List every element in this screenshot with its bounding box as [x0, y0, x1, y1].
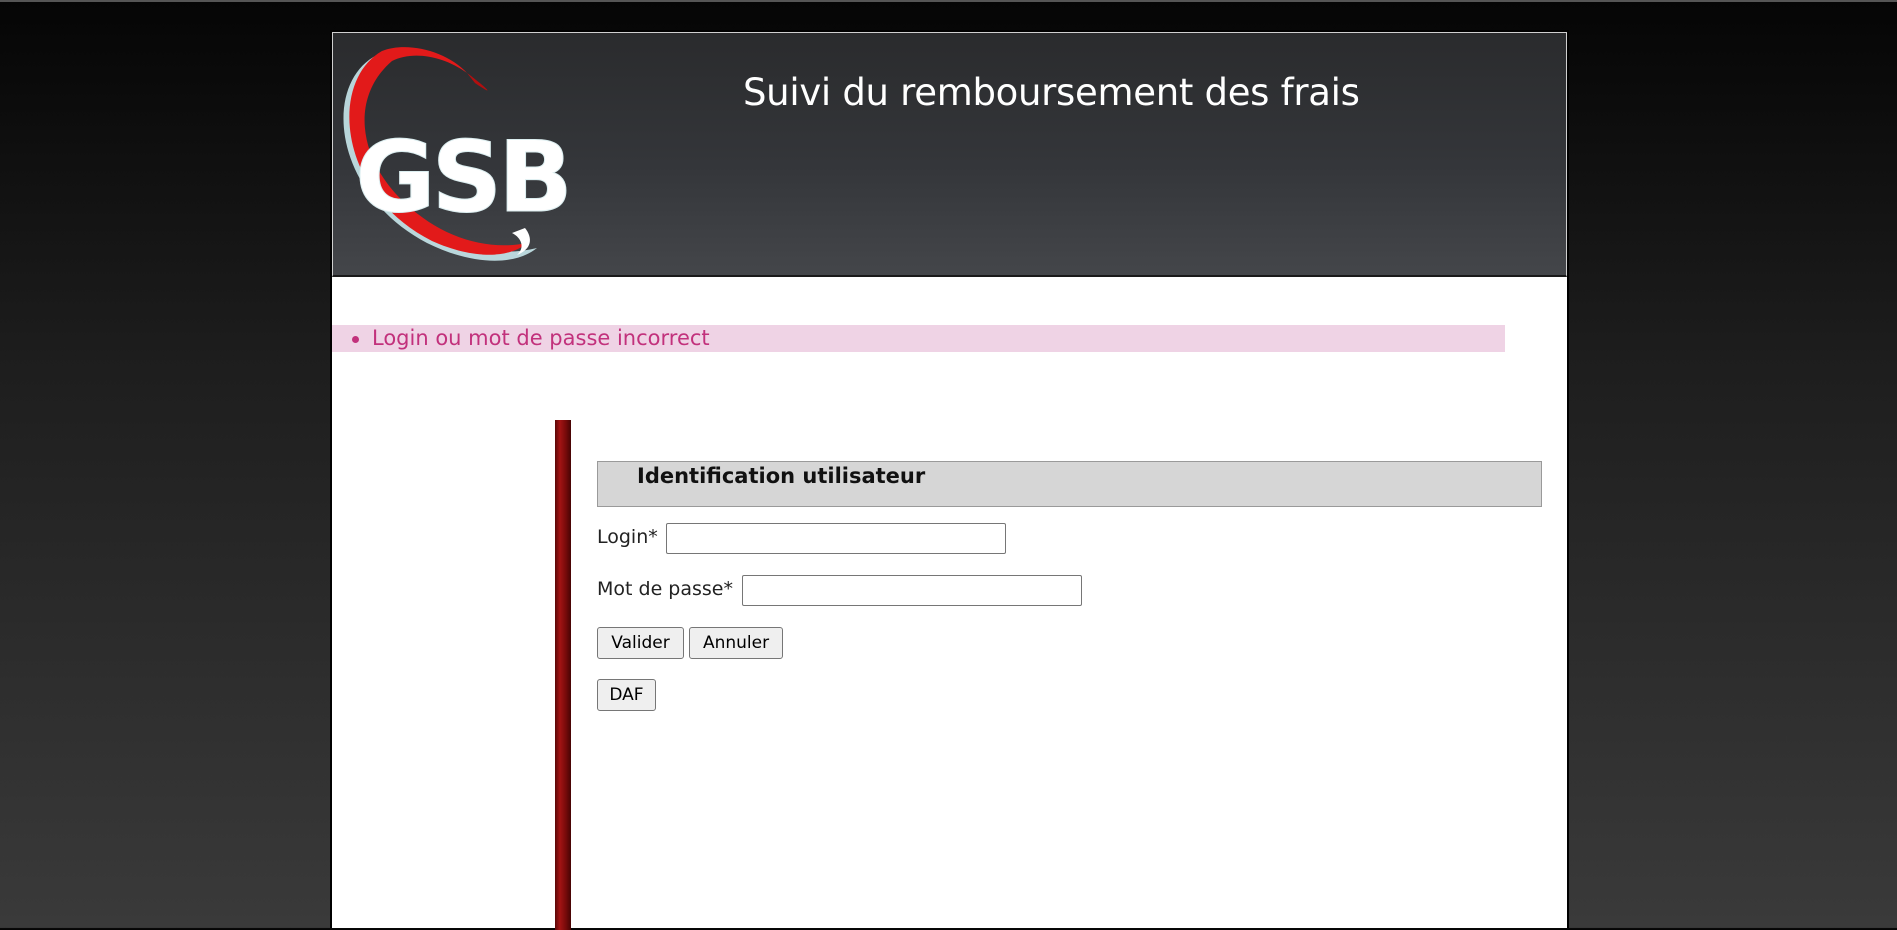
- form-section-header: Identification utilisateur: [597, 461, 1542, 507]
- error-message: Login ou mot de passe incorrect: [352, 326, 710, 350]
- gsb-logo: GSB: [343, 47, 573, 261]
- reset-button[interactable]: Annuler: [689, 627, 783, 659]
- submit-button[interactable]: Valider: [597, 627, 684, 659]
- password-input[interactable]: [742, 575, 1082, 606]
- site-title: Suivi du remboursement des frais: [743, 71, 1360, 114]
- page-container: GSB Suivi du remboursement des frais Log…: [330, 30, 1569, 930]
- daf-button[interactable]: DAF: [597, 679, 656, 711]
- password-label: Mot de passe*: [597, 578, 733, 600]
- form-section-title: Identification utilisateur: [637, 464, 926, 488]
- bullet-icon: [352, 336, 359, 343]
- window-top-edge: [0, 0, 1897, 2]
- site-header: GSB Suivi du remboursement des frais: [332, 32, 1567, 277]
- login-label: Login*: [597, 526, 658, 548]
- logo-text: GSB: [355, 121, 569, 235]
- left-accent-bar: [555, 420, 571, 930]
- login-input[interactable]: [666, 523, 1006, 554]
- error-message-text: Login ou mot de passe incorrect: [372, 326, 710, 350]
- error-message-box: Login ou mot de passe incorrect: [332, 325, 1505, 352]
